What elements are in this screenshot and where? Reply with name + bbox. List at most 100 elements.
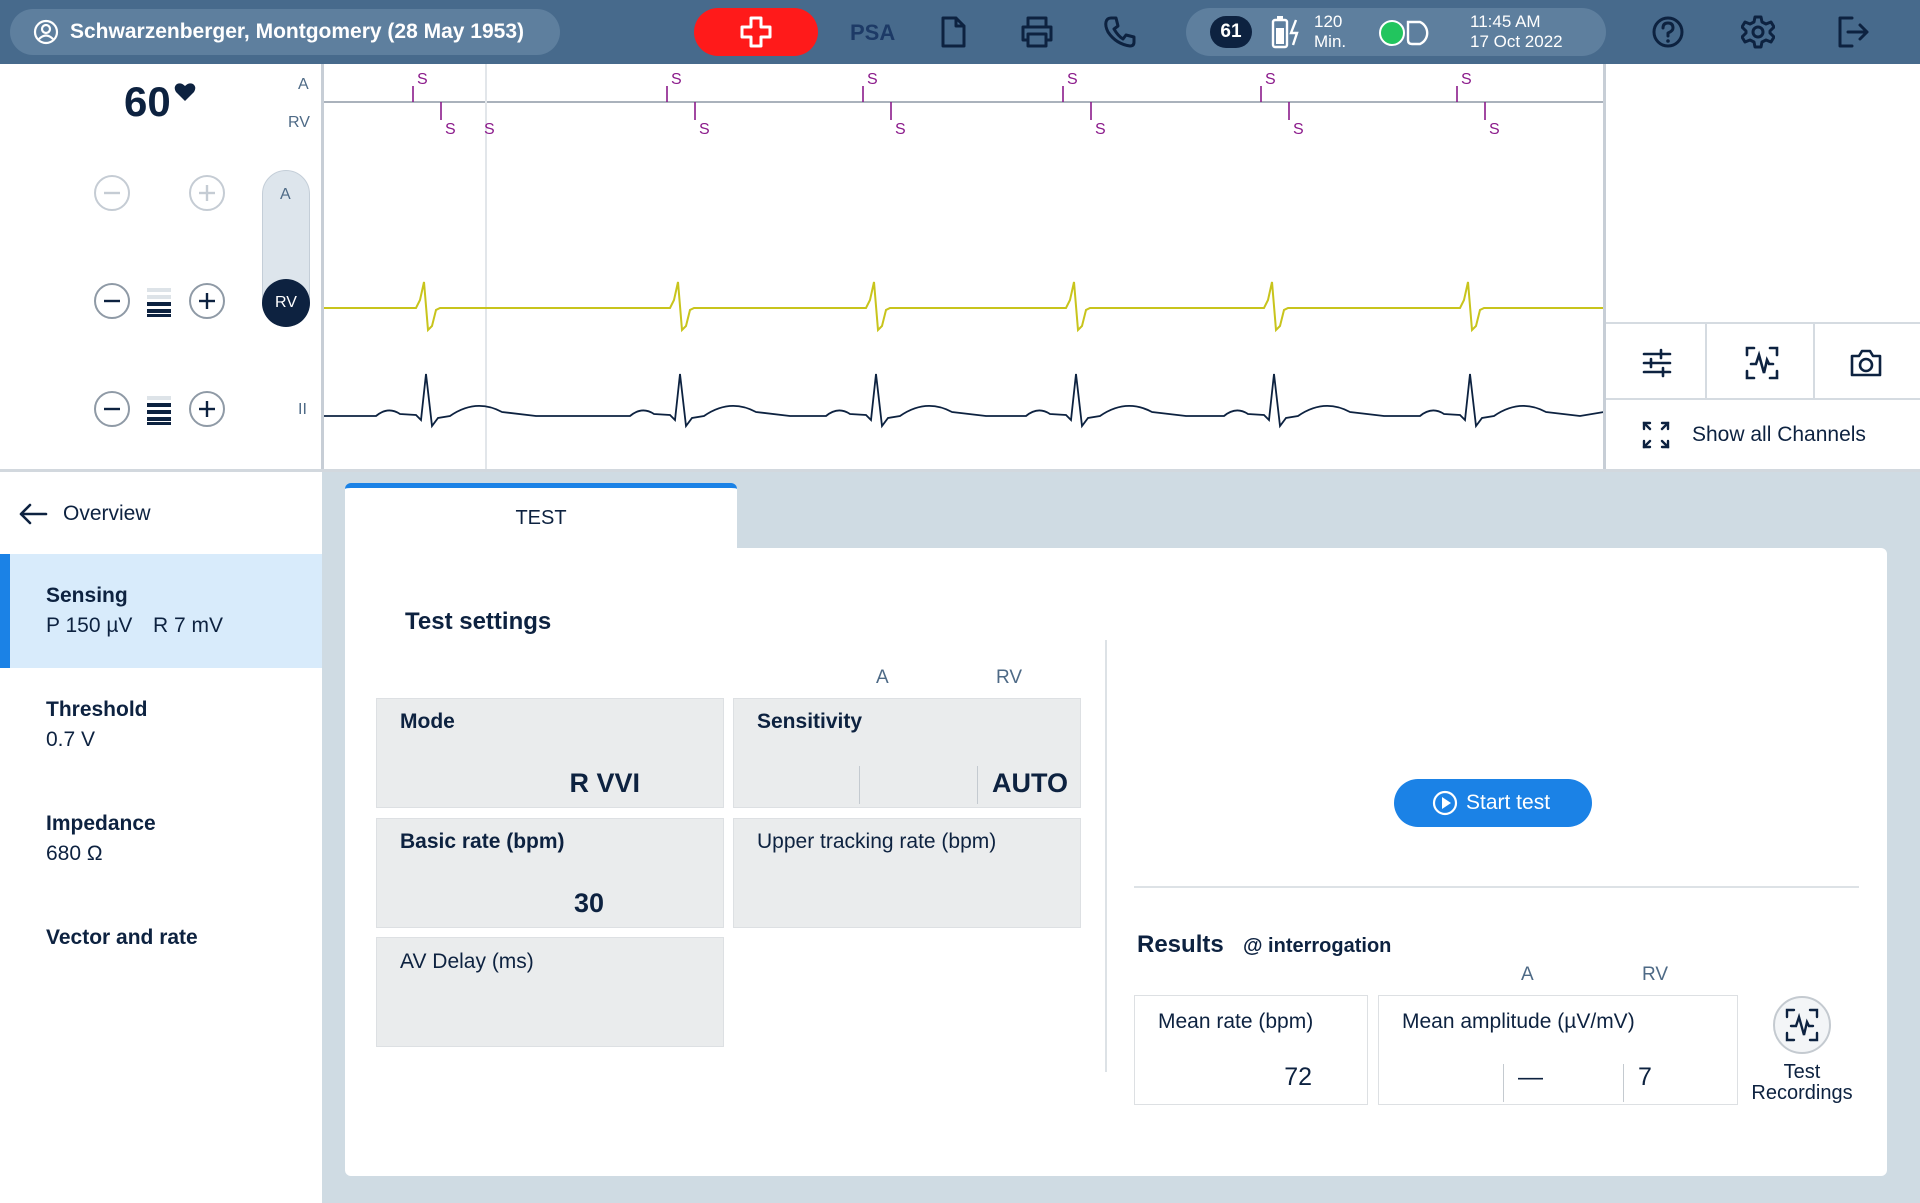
rv-gain-plus-button[interactable] [189, 283, 225, 319]
sensitivity-divider-2 [977, 766, 978, 804]
test-settings-title: Test settings [405, 608, 552, 635]
nav-item-sensing-p: P 150 µV [46, 614, 133, 637]
channel-label-a: A [298, 76, 309, 93]
ecg-strip: S S S S S S S S S S S S S [324, 64, 1604, 469]
nav-item-sensing[interactable] [0, 554, 322, 668]
mean-amplitude-a: — [1518, 1063, 1543, 1091]
channel-selector-rv[interactable]: RV [262, 279, 310, 327]
right-panel-divider-2 [1606, 398, 1920, 400]
lead-label-ii: II [298, 401, 307, 418]
printer-icon[interactable] [1019, 15, 1055, 49]
settings-results-divider [1105, 640, 1107, 1072]
results-title: Results [1137, 931, 1224, 958]
settings-col-rv: RV [996, 667, 1023, 688]
atrial-sense-marker: S [1461, 71, 1472, 88]
emergency-cross-icon [740, 16, 772, 48]
sensitivity-value: AUTO [991, 768, 1068, 798]
phone-icon[interactable] [1103, 15, 1137, 49]
tab-test-label: TEST [515, 507, 567, 529]
upper-tracking-label: Upper tracking rate (bpm) [757, 830, 997, 853]
document-icon[interactable] [938, 15, 968, 49]
counter-badge: 61 [1210, 16, 1252, 48]
nav-item-threshold-title: Threshold [46, 698, 148, 721]
overview-link[interactable]: Overview [63, 502, 151, 526]
ecg-gain-level-icon [147, 396, 171, 425]
mean-amplitude-rv: 7 [1638, 1063, 1652, 1091]
ecg-gain-minus-button[interactable] [94, 391, 130, 427]
show-all-channels-button[interactable]: Show all Channels [1692, 423, 1866, 447]
connection-icon [1379, 20, 1429, 46]
a-gain-minus-button [94, 175, 130, 211]
ventricular-sense-marker: S [1489, 121, 1500, 138]
results-divider [1134, 886, 1859, 888]
test-recordings-label-1[interactable]: Test [1742, 1062, 1862, 1083]
basic-rate-value: 30 [573, 888, 604, 918]
mean-rate-label: Mean rate (bpm) [1158, 1010, 1314, 1033]
test-recordings-icon [1785, 1008, 1819, 1042]
channel-selector-a[interactable]: A [280, 186, 291, 204]
nav-item-threshold-value: 0.7 V [46, 728, 96, 751]
current-date: 17 Oct 2022 [1470, 32, 1563, 51]
heart-rate-value: 60 [124, 78, 171, 125]
mean-amp-divider-2 [1623, 1064, 1624, 1102]
channel-label-rv: RV [288, 114, 310, 131]
results-subtitle: @ interrogation [1243, 935, 1392, 957]
duration-unit: Min. [1314, 32, 1347, 51]
current-time: 11:45 AM [1470, 12, 1541, 31]
a-gain-plus-button [189, 175, 225, 211]
mode-label: Mode [400, 710, 455, 733]
nav-selected-indicator [0, 554, 10, 668]
nav-item-sensing-title: Sensing [46, 584, 128, 607]
rv-egm-trace [324, 281, 1604, 333]
recording-icon[interactable] [1745, 346, 1779, 380]
mean-rate-value: 72 [1284, 1063, 1312, 1091]
av-delay-label: AV Delay (ms) [400, 950, 534, 973]
gear-icon[interactable] [1741, 15, 1775, 49]
logout-icon[interactable] [1836, 15, 1870, 49]
ventricular-sense-marker: S [895, 121, 906, 138]
mean-amp-divider-1 [1503, 1064, 1504, 1102]
start-test-label: Start test [1466, 791, 1551, 814]
nav-item-impedance-value: 680 Ω [46, 842, 103, 865]
camera-icon[interactable] [1849, 348, 1883, 378]
battery-icon [1271, 16, 1299, 49]
basic-rate-label: Basic rate (bpm) [400, 830, 565, 853]
sensitivity-divider-1 [859, 766, 860, 804]
toolbar-divider-2 [1813, 324, 1815, 398]
atrial-sense-marker: S [417, 71, 428, 88]
rv-gain-minus-button[interactable] [94, 283, 130, 319]
atrial-sense-marker: S [671, 71, 682, 88]
right-panel-divider [1606, 322, 1920, 324]
test-recordings-label-2[interactable]: Recordings [1742, 1083, 1862, 1104]
settings-col-a: A [876, 667, 889, 688]
ventricular-sense-marker: S [1293, 121, 1304, 138]
atrial-sense-marker: S [1067, 71, 1078, 88]
patient-name: Schwarzenberger, Montgomery (28 May 1953… [70, 20, 524, 43]
back-arrow-icon[interactable] [18, 502, 48, 526]
help-icon[interactable] [1651, 15, 1685, 49]
heart-icon [174, 83, 196, 101]
rv-gain-level-icon [147, 288, 171, 317]
mode-value: R VVI [569, 768, 640, 798]
nav-item-sensing-r: R 7 mV [153, 614, 224, 637]
mean-amplitude-label: Mean amplitude (µV/mV) [1402, 1010, 1635, 1033]
surface-ecg-trace [324, 373, 1604, 429]
ecg-gain-plus-button[interactable] [189, 391, 225, 427]
atrial-sense-marker: S [1265, 71, 1276, 88]
user-icon [33, 19, 59, 45]
ventricular-sense-marker: S [699, 121, 710, 138]
nav-item-vector-rate-title: Vector and rate [46, 926, 198, 949]
results-col-a: A [1521, 964, 1534, 985]
sensitivity-label: Sensitivity [757, 710, 863, 733]
expand-icon[interactable] [1642, 421, 1670, 449]
atrial-sense-marker: S [867, 71, 878, 88]
psa-button[interactable]: PSA [850, 20, 895, 46]
sliders-icon[interactable] [1641, 347, 1673, 379]
play-icon [1432, 790, 1458, 816]
results-col-rv: RV [1642, 964, 1669, 985]
nav-item-impedance-title: Impedance [46, 812, 156, 835]
ventricular-sense-marker: S [484, 121, 495, 138]
ventricular-sense-marker: S [445, 121, 456, 138]
ventricular-sense-marker: S [1095, 121, 1106, 138]
toolbar-divider-1 [1705, 324, 1707, 398]
